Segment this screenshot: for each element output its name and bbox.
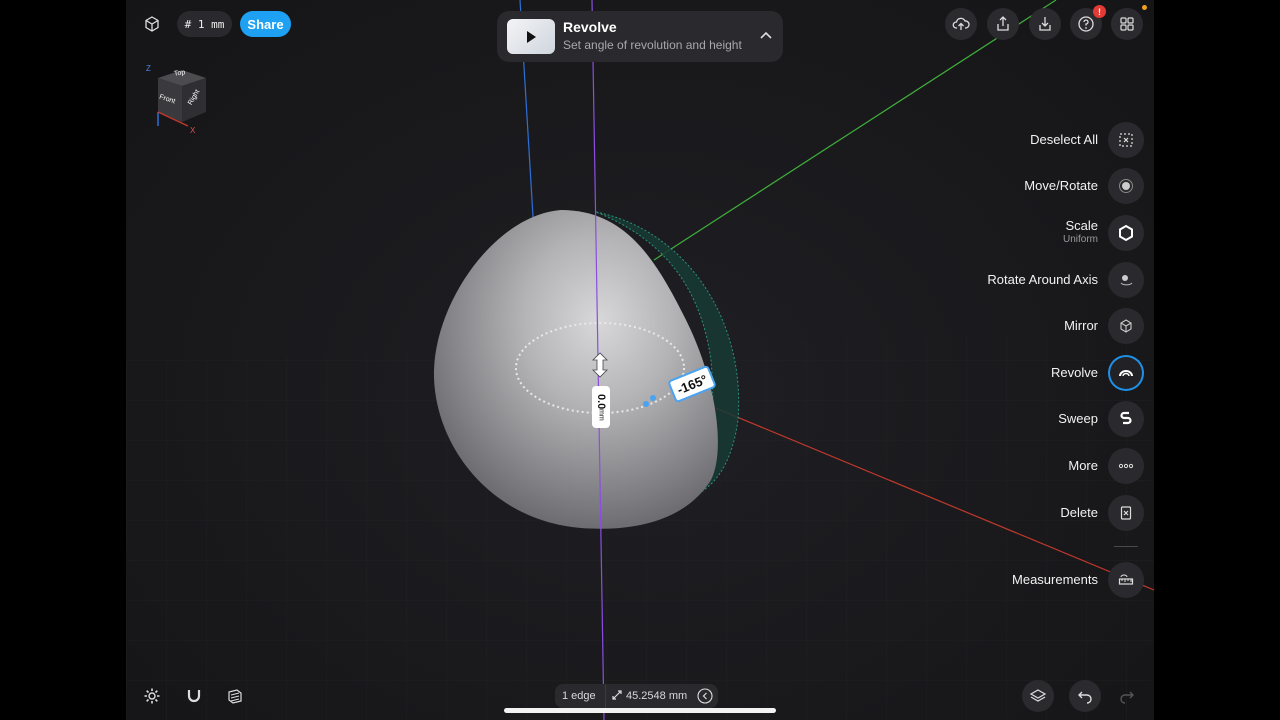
- tool-hint-banner[interactable]: Revolve Set angle of revolution and heig…: [497, 11, 783, 62]
- status-back-button[interactable]: [697, 688, 713, 704]
- revolve-icon: [1119, 370, 1133, 377]
- magnet-icon: [187, 690, 201, 703]
- tool-label: Revolve: [1051, 365, 1098, 380]
- section-view-button[interactable]: [219, 680, 251, 712]
- view-mode-button[interactable]: [136, 8, 168, 40]
- view-cube[interactable]: Top Front Right Z X: [146, 64, 212, 136]
- layers-button[interactable]: [1022, 680, 1054, 712]
- tool-delete[interactable]: Delete: [1060, 494, 1144, 532]
- tool-sublabel: Uniform: [1062, 234, 1098, 245]
- height-unit: mm: [597, 408, 605, 421]
- axis-x-label: X: [190, 126, 196, 135]
- ruler-icon: [1118, 574, 1134, 585]
- tool-divider: [1114, 546, 1138, 547]
- tool-label: Delete: [1060, 505, 1098, 520]
- rotate-axis-icon: [1120, 275, 1133, 286]
- tool-label: Measurements: [1012, 572, 1098, 587]
- deselect-icon: [1119, 133, 1133, 147]
- viewport-3d[interactable]: [126, 0, 1154, 720]
- edge-length-value: 45.2548 mm: [626, 690, 688, 702]
- cloud-upload-button[interactable]: [945, 8, 977, 40]
- share-button[interactable]: Share: [240, 11, 291, 37]
- sweep-icon: [1120, 411, 1132, 425]
- share-upload-icon: [997, 16, 1009, 31]
- notification-badge-text: !: [1098, 6, 1101, 17]
- tool-label: Scale: [1065, 218, 1098, 233]
- hint-video-thumbnail[interactable]: [507, 19, 555, 54]
- notification-badge: !: [1093, 5, 1106, 18]
- collapse-hint-button[interactable]: [757, 27, 775, 45]
- cube-outline-icon: [145, 16, 159, 32]
- tool-label: Move/Rotate: [1024, 178, 1098, 193]
- redo-icon: [1120, 691, 1134, 704]
- tool-revolve[interactable]: Revolve: [1051, 354, 1144, 392]
- hint-subtitle: Set angle of revolution and height: [563, 38, 742, 52]
- more-icon: [1118, 463, 1134, 469]
- download-icon: [1039, 17, 1051, 31]
- height-value-tag[interactable]: 0.0 mm: [592, 386, 610, 428]
- play-icon: [527, 30, 536, 43]
- export-button[interactable]: [987, 8, 1019, 40]
- gear-icon: [144, 688, 160, 704]
- snap-button[interactable]: [178, 680, 210, 712]
- tool-label: Mirror: [1064, 318, 1098, 333]
- chevron-up-icon: [760, 31, 772, 39]
- layers-icon: [1029, 689, 1047, 702]
- mirror-icon: [1120, 319, 1132, 333]
- home-indicator[interactable]: [504, 708, 776, 713]
- selection-count: 1 edge: [562, 690, 596, 702]
- units-label: # 1 mm: [184, 17, 225, 31]
- app-window: 0.0 mm -165° # 1 mm Share Top Front Righ…: [126, 0, 1154, 720]
- tool-deselect-all[interactable]: Deselect All: [1030, 121, 1144, 159]
- apps-grid-button[interactable]: [1111, 8, 1143, 40]
- question-icon: [1078, 16, 1094, 32]
- vertical-arrows-icon: [592, 352, 608, 378]
- undo-icon: [1078, 691, 1092, 704]
- tool-sweep[interactable]: Sweep: [1058, 400, 1144, 438]
- download-button[interactable]: [1029, 8, 1061, 40]
- height-value: 0.0: [595, 393, 607, 409]
- hint-title: Revolve: [563, 19, 617, 35]
- units-button[interactable]: # 1 mm: [177, 11, 232, 37]
- undo-button[interactable]: [1069, 680, 1101, 712]
- tool-move-rotate[interactable]: Move/Rotate: [1024, 167, 1144, 205]
- share-label: Share: [247, 16, 284, 32]
- tool-measurements[interactable]: Measurements: [1012, 561, 1144, 599]
- chevron-left-circle-icon: [697, 688, 713, 704]
- status-separator: [605, 684, 606, 708]
- status-dot: [1142, 5, 1147, 10]
- axis-z-label: Z: [146, 64, 151, 73]
- tool-label: Deselect All: [1030, 132, 1098, 147]
- cloud-upload-icon: [952, 17, 970, 30]
- height-drag-handle[interactable]: [590, 351, 610, 379]
- grid-icon: [1120, 17, 1134, 31]
- delete-icon: [1120, 506, 1132, 520]
- settings-button[interactable]: [136, 680, 168, 712]
- tool-label: Sweep: [1058, 411, 1098, 426]
- redo-button[interactable]: [1111, 680, 1143, 712]
- tool-rotate-around-axis[interactable]: Rotate Around Axis: [987, 261, 1144, 299]
- move-rotate-icon: [1119, 179, 1133, 193]
- edge-length-icon: [611, 689, 623, 704]
- tool-label: More: [1068, 458, 1098, 473]
- tool-label: Rotate Around Axis: [987, 272, 1098, 287]
- tool-more[interactable]: More: [1068, 447, 1144, 485]
- tool-scale[interactable]: Scale Uniform: [1063, 214, 1144, 252]
- tool-mirror[interactable]: Mirror: [1064, 307, 1144, 345]
- section-plane-icon: [228, 689, 242, 704]
- scale-icon: [1119, 224, 1133, 242]
- selection-status-bar[interactable]: 1 edge 45.2548 mm: [555, 684, 718, 708]
